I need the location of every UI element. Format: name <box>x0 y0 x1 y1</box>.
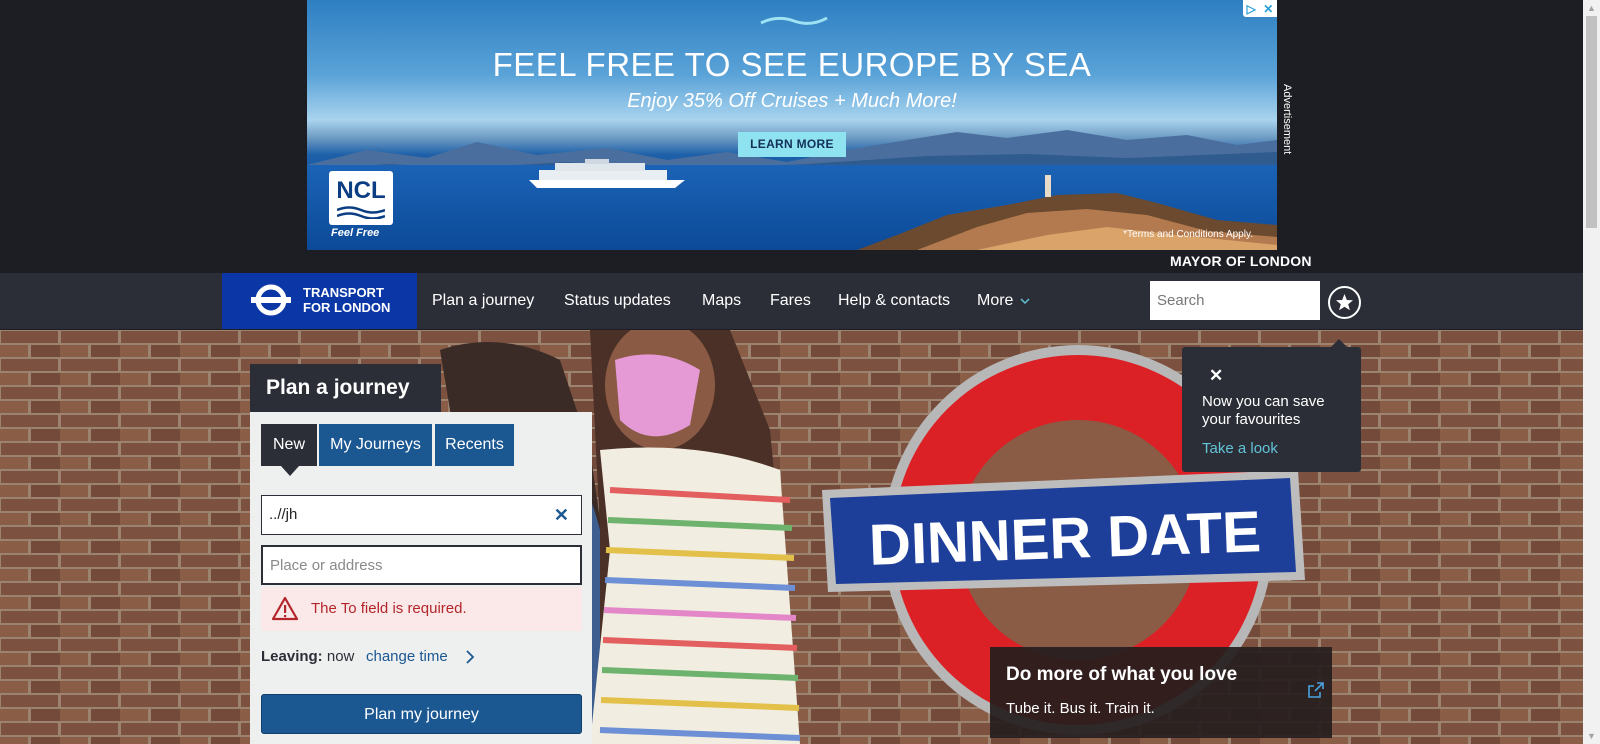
ncl-logo-text: NCL <box>336 177 386 204</box>
ncl-tagline: Feel Free <box>331 227 380 239</box>
chevron-right-icon[interactable] <box>465 650 475 664</box>
plan-a-journey-heading: Plan a journey <box>250 364 441 412</box>
warning-icon <box>271 596 299 621</box>
dinner-date-sign-text: DINNER DATE <box>868 499 1262 578</box>
search-input[interactable]: Search <box>1150 281 1320 320</box>
promo-title: Do more of what you love <box>1006 664 1238 685</box>
scroll-thumb[interactable] <box>1586 16 1597 228</box>
advertisement-label-text: Advertisement <box>1281 84 1293 155</box>
external-link-icon <box>1308 682 1324 698</box>
tab-recents[interactable]: Recents <box>435 424 514 466</box>
nav-status-updates[interactable]: Status updates <box>564 273 671 329</box>
adchoices-icon[interactable]: ▷ <box>1247 3 1256 15</box>
promo-subtitle: Tube it. Bus it. Train it. <box>1006 700 1155 717</box>
plan-my-journey-button[interactable]: Plan my journey <box>261 694 582 734</box>
advertisement-banner[interactable]: FEEL FREE TO SEE EUROPE BY SEA Enjoy 35%… <box>307 0 1277 250</box>
scroll-up-arrow-icon[interactable]: ▲ <box>1587 3 1596 13</box>
ad-close-icon[interactable]: ✕ <box>1263 3 1273 15</box>
star-icon <box>1336 294 1353 311</box>
nav-help-contacts[interactable]: Help & contacts <box>838 273 950 329</box>
promo-box[interactable]: Do more of what you love Tube it. Bus it… <box>990 647 1332 738</box>
main-nav: TRANSPORT FOR LONDON Plan a journey Stat… <box>0 273 1583 329</box>
mayor-of-london-logo[interactable]: MAYOR OF LONDON <box>1170 253 1312 269</box>
tfl-home-link[interactable]: TRANSPORT FOR LONDON <box>222 273 417 329</box>
take-a-look-link[interactable]: Take a look <box>1202 440 1278 457</box>
from-field[interactable]: ..//jh ✕ <box>261 495 582 535</box>
tfl-wordmark: TRANSPORT FOR LONDON <box>303 285 390 315</box>
nav-more-label: More <box>977 292 1014 309</box>
ad-terms: *Terms and Conditions Apply. <box>1123 229 1253 240</box>
leaving-value: now <box>326 648 355 665</box>
tfl-wordmark-line1: TRANSPORT <box>303 285 384 300</box>
to-field-error: The To field is required. <box>261 587 582 631</box>
error-message: The To field is required. <box>311 600 467 617</box>
tooltip-message: Now you can save your favourites <box>1202 393 1325 428</box>
clear-from-icon[interactable]: ✕ <box>554 496 569 534</box>
ncl-logo: NCL <box>329 171 393 225</box>
nav-plan-a-journey[interactable]: Plan a journey <box>432 273 534 329</box>
from-field-value: ..//jh <box>269 506 298 523</box>
adchoices-badge[interactable]: ▷ ✕ <box>1243 0 1277 17</box>
page-scrollbar[interactable]: ▲ ▼ <box>1583 0 1600 744</box>
nav-more[interactable]: More <box>977 273 1030 329</box>
scroll-down-arrow-icon[interactable]: ▼ <box>1587 731 1596 741</box>
change-time-link[interactable]: change time <box>366 648 448 665</box>
ad-headline: FEEL FREE TO SEE EUROPE BY SEA <box>492 46 1092 83</box>
nav-fares[interactable]: Fares <box>770 273 811 329</box>
leaving-info: Leaving: now <box>261 648 354 665</box>
nav-maps[interactable]: Maps <box>702 273 741 329</box>
ad-wave-icon <box>760 16 828 25</box>
tfl-wordmark-line2: FOR LONDON <box>303 300 391 315</box>
advertisement-label: Advertisement <box>1281 84 1293 174</box>
ad-subheadline: Enjoy 35% Off Cruises + Much More! <box>627 90 957 112</box>
tab-new[interactable]: New <box>261 424 317 476</box>
leaving-label: Leaving: <box>261 648 323 665</box>
favourites-button[interactable] <box>1328 286 1361 319</box>
tfl-roundel-icon <box>251 284 291 316</box>
ad-cruise-ship-graphic <box>529 159 685 188</box>
tab-my-journeys[interactable]: My Journeys <box>319 424 432 466</box>
ncl-wave-icon <box>337 206 385 219</box>
to-field[interactable]: Place or address <box>261 545 582 585</box>
chevron-down-icon <box>1020 298 1030 305</box>
journey-planner-panel: New My Journeys Recents ..//jh ✕ Place o… <box>250 412 592 744</box>
ad-learn-more-button[interactable]: LEARN MORE <box>738 132 846 157</box>
tooltip-close-icon[interactable]: ✕ <box>1209 366 1223 386</box>
favourites-tooltip: ✕ Now you can save your favourites Take … <box>1182 339 1361 472</box>
